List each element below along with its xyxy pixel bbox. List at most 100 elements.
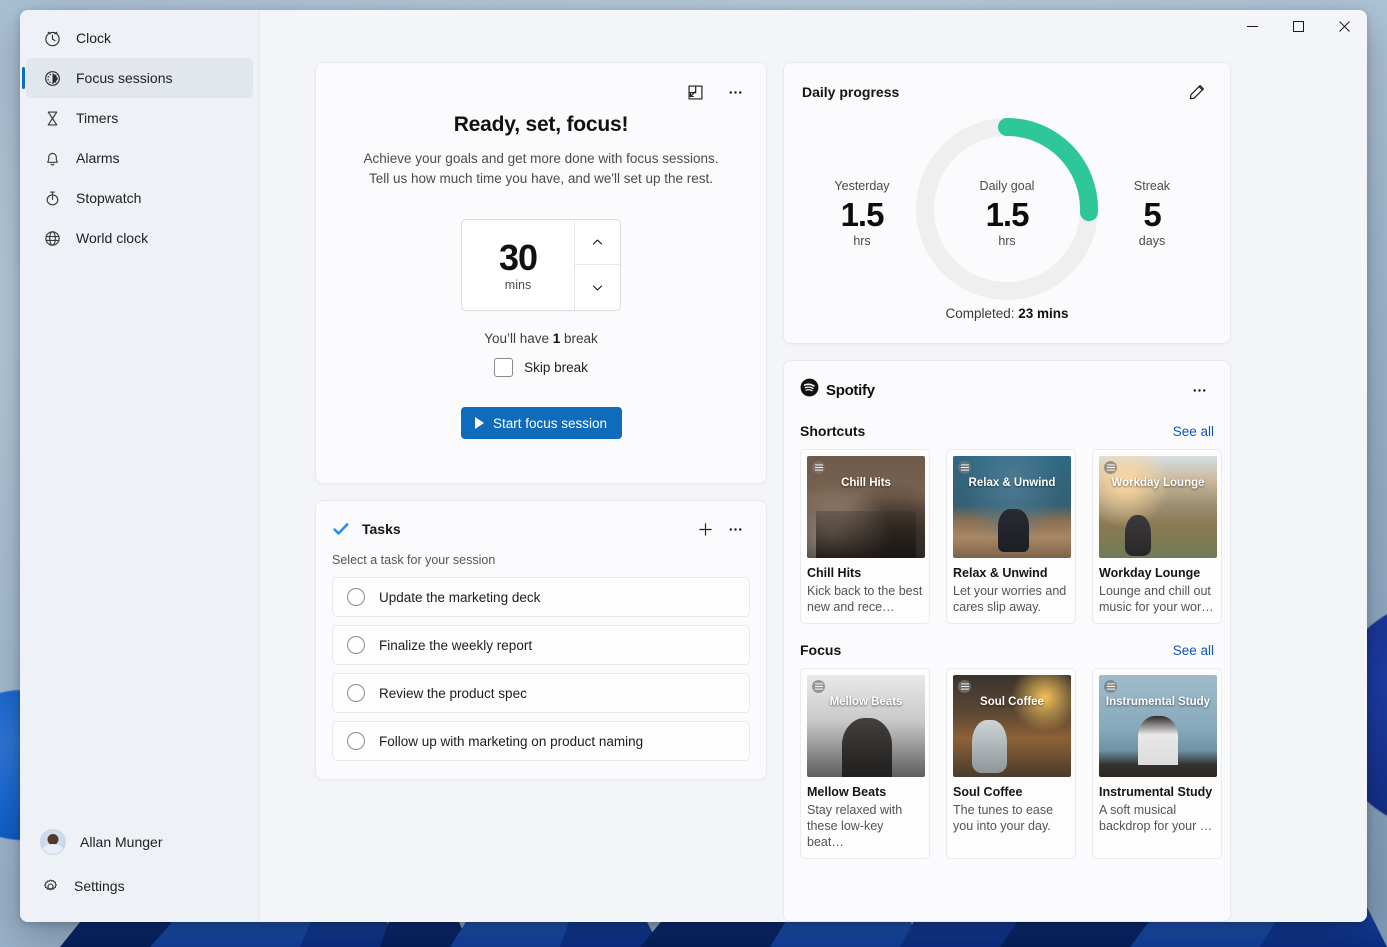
- playlist-name: Instrumental Study: [1099, 784, 1215, 800]
- left-column: Ready, set, focus! Achieve your goals an…: [315, 62, 767, 922]
- tasks-header: Tasks: [332, 515, 750, 543]
- sidebar-item-label: Stopwatch: [76, 190, 141, 206]
- section-title: Shortcuts: [800, 423, 865, 439]
- task-label: Finalize the weekly report: [379, 638, 532, 653]
- spotify-badge-icon: [1104, 461, 1117, 474]
- stat-value: 5: [1092, 195, 1212, 235]
- sidebar-item-clock[interactable]: Clock: [26, 18, 253, 58]
- playlist-thumbnail: Instrumental Study: [1099, 675, 1217, 777]
- task-label: Update the marketing deck: [379, 590, 540, 605]
- user-profile[interactable]: Allan Munger: [26, 820, 253, 864]
- playlist-tile[interactable]: Instrumental Study Instrumental Study A …: [1092, 668, 1222, 859]
- stat-unit: hrs: [947, 234, 1067, 248]
- title-bar: [260, 10, 1367, 52]
- album-art-label: Mellow Beats: [807, 695, 925, 709]
- start-focus-session-button[interactable]: Start focus session: [461, 407, 622, 439]
- duration-unit: mins: [505, 278, 531, 292]
- album-art-label: Soul Coffee: [953, 695, 1071, 709]
- sidebar-item-stopwatch[interactable]: Stopwatch: [26, 178, 253, 218]
- sidebar-item-focus-sessions[interactable]: Focus sessions: [26, 58, 253, 98]
- chevron-down-icon[interactable]: [575, 265, 620, 310]
- sidebar-item-label: Timers: [76, 110, 118, 126]
- duration-value: 30: [499, 239, 537, 277]
- playlist-thumbnail: Mellow Beats: [807, 675, 925, 777]
- task-row[interactable]: Finalize the weekly report: [332, 625, 750, 665]
- playlist-thumbnail: Chill Hits: [807, 456, 925, 558]
- minimize-button[interactable]: [1229, 10, 1275, 42]
- album-art: [1099, 675, 1217, 777]
- album-art: [807, 456, 925, 558]
- playlist-tile[interactable]: Relax & Unwind Relax & Unwind Let your w…: [946, 449, 1076, 624]
- see-all-focus-link[interactable]: See all: [1173, 643, 1214, 658]
- skip-break-checkbox[interactable]: [494, 358, 513, 377]
- focus-sessions-icon: [42, 68, 62, 88]
- task-row[interactable]: Update the marketing deck: [332, 577, 750, 617]
- duration-input[interactable]: 30 mins: [462, 220, 574, 310]
- task-row[interactable]: Review the product spec: [332, 673, 750, 713]
- stat-value: 1.5: [947, 195, 1067, 235]
- playlist-name: Mellow Beats: [807, 784, 923, 800]
- skip-break-row[interactable]: Skip break: [332, 358, 750, 377]
- content-columns: Ready, set, focus! Achieve your goals an…: [315, 62, 1267, 922]
- task-row[interactable]: Follow up with marketing on product nami…: [332, 721, 750, 761]
- more-options-icon[interactable]: [720, 514, 750, 544]
- completed-value: 23 mins: [1018, 306, 1068, 321]
- stat-label: Streak: [1092, 179, 1212, 193]
- gear-icon: [40, 876, 60, 896]
- playlist-description: Lounge and chill out music for your wor…: [1099, 583, 1215, 615]
- tasks-card: Tasks Select a task for your session: [315, 500, 767, 780]
- more-options-icon[interactable]: [720, 77, 750, 107]
- task-radio-icon[interactable]: [347, 732, 365, 750]
- completed-text: Completed: 23 mins: [784, 306, 1230, 321]
- playlist-thumbnail: Workday Lounge: [1099, 456, 1217, 558]
- chevron-up-icon[interactable]: [575, 220, 620, 265]
- album-art-label: Chill Hits: [807, 476, 925, 490]
- plus-icon[interactable]: [690, 514, 720, 544]
- playlist-name: Chill Hits: [807, 565, 923, 581]
- break-note-prefix: You’ll have: [484, 331, 553, 346]
- break-note-suffix: break: [560, 331, 598, 346]
- sidebar-item-world-clock[interactable]: World clock: [26, 218, 253, 258]
- more-options-icon[interactable]: [1184, 375, 1214, 405]
- start-button-label: Start focus session: [493, 416, 607, 431]
- pop-out-icon[interactable]: [680, 77, 710, 107]
- playlist-tile[interactable]: Mellow Beats Mellow Beats Stay relaxed w…: [800, 668, 930, 859]
- shortcuts-tiles: Chill Hits Chill Hits Kick back to the b…: [800, 449, 1214, 624]
- spotify-badge-icon: [958, 680, 971, 693]
- focus-session-card: Ready, set, focus! Achieve your goals an…: [315, 62, 767, 484]
- desktop-background: Clock Focus sessions T: [0, 0, 1387, 947]
- spotify-brand-label: Spotify: [826, 382, 875, 399]
- playlist-tile[interactable]: Chill Hits Chill Hits Kick back to the b…: [800, 449, 930, 624]
- sidebar-item-label: Focus sessions: [76, 70, 172, 86]
- globe-icon: [42, 228, 62, 248]
- playlist-name: Workday Lounge: [1099, 565, 1215, 581]
- stat-label: Yesterday: [802, 179, 922, 193]
- task-radio-icon[interactable]: [347, 684, 365, 702]
- sidebar-item-label: Alarms: [76, 150, 120, 166]
- sidebar-item-settings[interactable]: Settings: [26, 864, 253, 908]
- album-art-label: Instrumental Study: [1099, 695, 1217, 709]
- close-button[interactable]: [1321, 10, 1367, 42]
- task-label: Follow up with marketing on product nami…: [379, 734, 643, 749]
- playlist-name: Soul Coffee: [953, 784, 1069, 800]
- playlist-description: Stay relaxed with these low-key beat…: [807, 802, 923, 850]
- album-art: [807, 675, 925, 777]
- right-column: Daily progress: [783, 62, 1231, 922]
- maximize-button[interactable]: [1275, 10, 1321, 42]
- stopwatch-icon: [42, 188, 62, 208]
- daily-progress-card: Daily progress: [783, 62, 1231, 344]
- playlist-tile[interactable]: Workday Lounge Workday Lounge Lounge and…: [1092, 449, 1222, 624]
- task-radio-icon[interactable]: [347, 588, 365, 606]
- sidebar-item-alarms[interactable]: Alarms: [26, 138, 253, 178]
- playlist-tile[interactable]: Soul Coffee Soul Coffee The tunes to eas…: [946, 668, 1076, 859]
- album-art: [953, 456, 1071, 558]
- see-all-shortcuts-link[interactable]: See all: [1173, 424, 1214, 439]
- album-art-label: Relax & Unwind: [953, 476, 1071, 490]
- stat-unit: days: [1092, 234, 1212, 248]
- completed-label: Completed:: [945, 306, 1018, 321]
- sidebar-item-timers[interactable]: Timers: [26, 98, 253, 138]
- task-radio-icon[interactable]: [347, 636, 365, 654]
- focus-section-header: Focus See all: [800, 642, 1214, 658]
- spotify-badge-icon: [812, 680, 825, 693]
- spotify-badge-icon: [958, 461, 971, 474]
